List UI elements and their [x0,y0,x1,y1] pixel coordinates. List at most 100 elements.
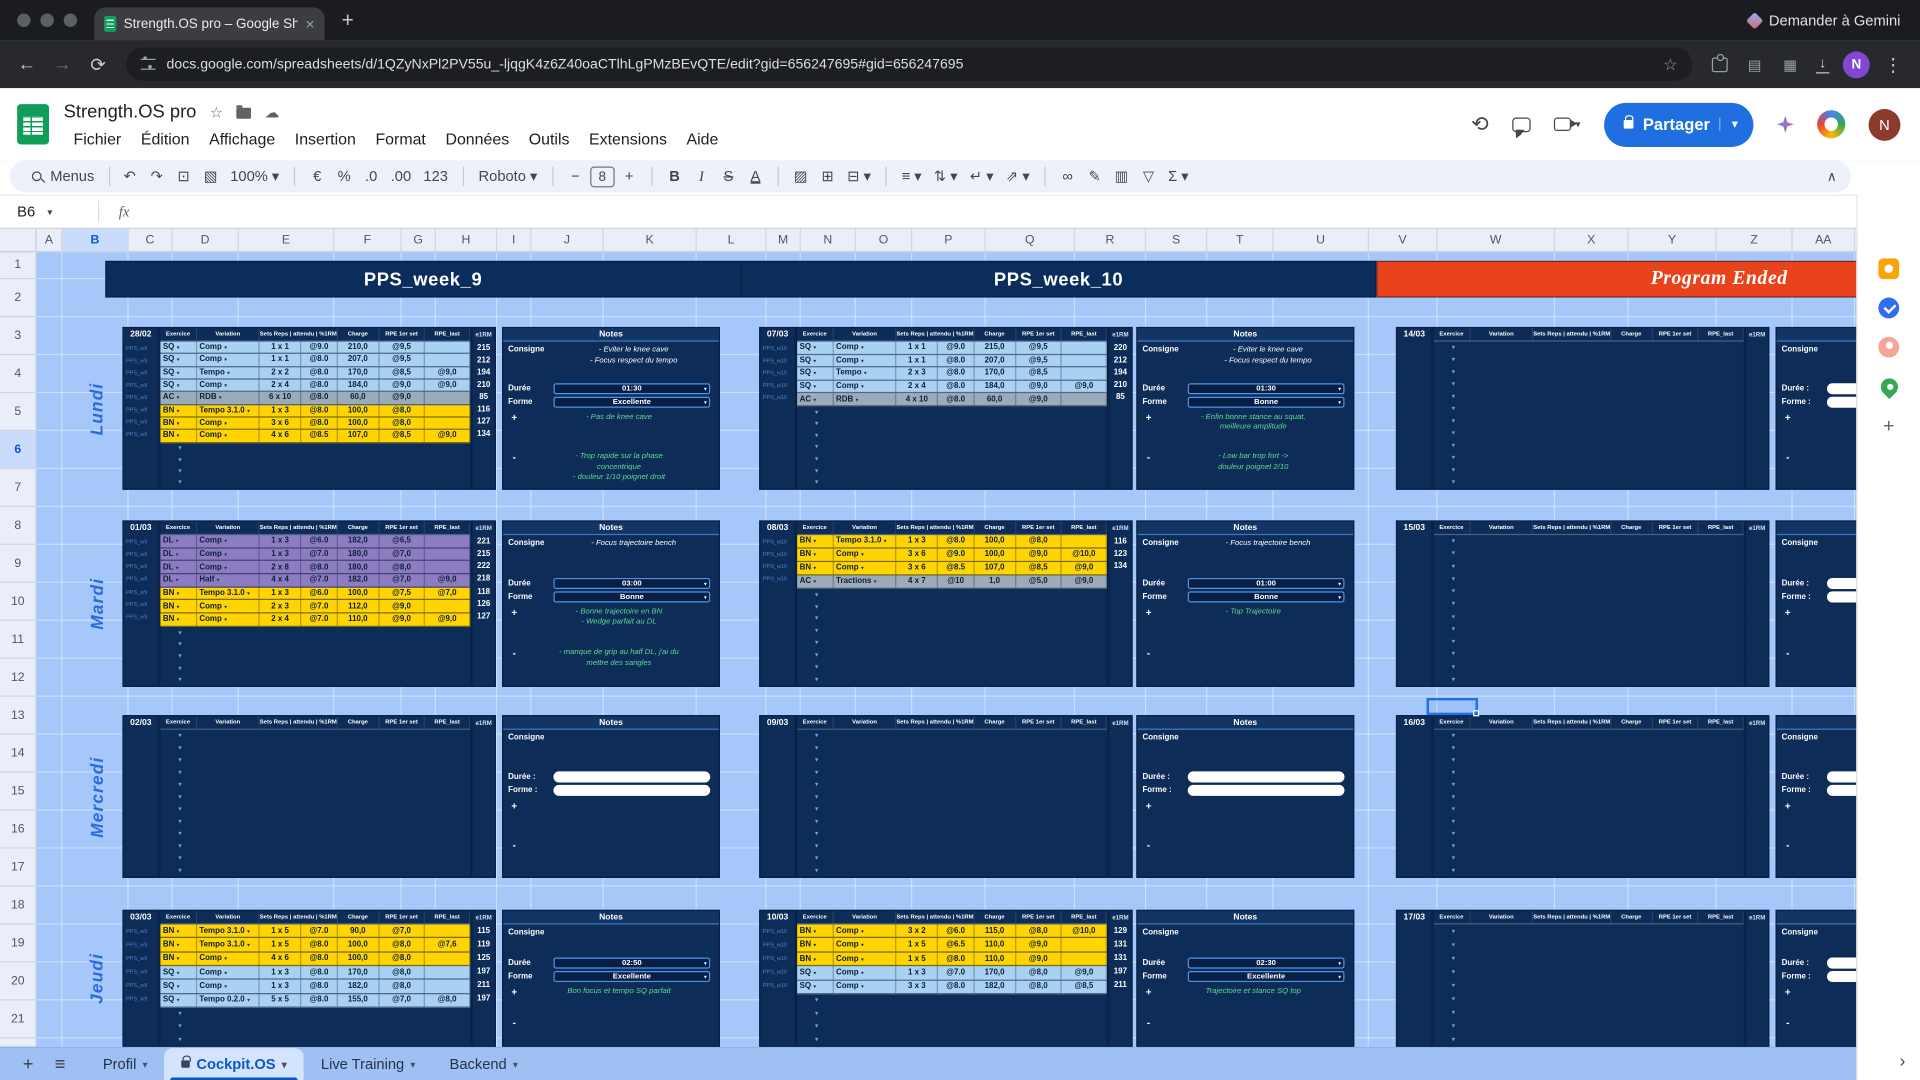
sheet-tab-cockpit-os[interactable]: Cockpit.OS▾ [165,1048,304,1080]
cell[interactable]: 90,0 [338,924,379,937]
cell[interactable]: 1 x 1 [260,354,301,365]
cell[interactable]: ▾ [797,442,834,454]
cell[interactable] [1062,368,1107,380]
cell[interactable]: ▾ [160,779,197,791]
bold-icon[interactable]: B [662,168,686,185]
cell[interactable]: ▾ [797,406,834,418]
cell[interactable]: 3 x 6 [897,562,938,574]
cell[interactable]: ▾ [160,754,197,766]
table-row[interactable]: ▾ [1434,661,1744,674]
cell[interactable]: @8,5 [379,430,425,441]
table-row[interactable]: BN▾Comp▾1 x 5@6.5110,0@9,0 [797,938,1107,952]
insert-chart-icon[interactable]: ▥ [1109,168,1133,185]
cell[interactable]: SQ▾ [797,380,833,392]
new-tab-button[interactable]: + [342,8,354,32]
back-icon[interactable]: ← [15,54,39,75]
table-row[interactable]: ▾ [160,674,470,686]
cell[interactable]: ▾ [1434,573,1471,586]
cell[interactable]: 180,0 [338,561,379,573]
cell[interactable]: @8.0 [301,380,337,391]
cell[interactable]: ▾ [160,477,197,488]
forme-select[interactable] [1827,784,1856,795]
sheet-tab-live-training[interactable]: Live Training▾ [304,1048,433,1080]
cell[interactable]: @8,0 [379,561,425,573]
cell[interactable]: 1 x 3 [260,405,301,416]
browser-menu-icon[interactable]: ⋮ [1881,53,1905,75]
column-header-T[interactable]: T [1207,229,1273,251]
table-row[interactable]: ▾ [1434,828,1744,840]
table-row[interactable]: ▾ [797,803,1107,815]
column-header-P[interactable]: P [912,229,985,251]
menu-donn-es[interactable]: Données [436,127,519,150]
cell[interactable]: ▾ [797,649,834,661]
table-row[interactable]: ▾ [1434,852,1744,864]
cell[interactable]: 3 x 3 [897,981,938,994]
table-row[interactable]: ▾ [1434,354,1744,366]
table-row[interactable]: ▾ [1434,730,1744,742]
menu-affichage[interactable]: Affichage [199,127,285,150]
cell[interactable]: @8.5 [938,562,974,574]
menu-fichier[interactable]: Fichier [64,127,131,150]
column-header-X[interactable]: X [1555,229,1628,251]
table-row[interactable]: ▾ [797,589,1107,601]
cell[interactable]: ▾ [1434,440,1471,452]
cell[interactable]: ▾ [1434,636,1471,649]
table-row[interactable]: ▾ [160,754,470,766]
zoom-select[interactable]: 100% ▾ [225,168,284,185]
cell[interactable]: @10,0 [1062,548,1107,560]
document-title[interactable]: Strength.OS pro [64,102,197,123]
row-header-20[interactable]: 20 [0,962,36,1000]
table-row[interactable]: BN▾Comp▾4 x 6@8.0100,0@8,0 [160,952,470,966]
table-row[interactable]: SQ▾Comp▾2 x 4@8.0184,0@9,0@9,0 [797,380,1107,393]
cell[interactable]: 182,0 [338,574,379,586]
column-header-W[interactable]: W [1438,229,1556,251]
cell[interactable]: ▾ [1434,585,1471,598]
table-row[interactable]: ▾ [1434,864,1744,876]
cell[interactable]: @8.0 [301,392,337,403]
undo-icon[interactable]: ↶ [118,168,142,185]
table-row[interactable]: ▾ [160,1033,470,1046]
cell[interactable]: ▾ [797,661,834,673]
table-row[interactable]: ▾ [160,791,470,803]
table-row[interactable]: BN▾Tempo 3.1.0▾1 x 3@8.0100,0@8,0 [160,405,470,418]
cell[interactable]: 207,0 [975,355,1016,367]
column-header-L[interactable]: L [697,229,767,251]
cell[interactable]: 4 x 10 [897,393,938,405]
table-row[interactable]: ▾ [797,637,1107,649]
cell[interactable]: DL▾ [160,561,196,573]
cell[interactable]: SQ▾ [797,967,833,980]
table-row[interactable]: DL▾Comp▾2 x 8@8.0180,0@8,0 [160,561,470,574]
cell[interactable]: @9,0 [379,392,425,403]
cell[interactable]: ▾ [797,828,834,840]
row-header-3[interactable]: 3 [0,317,36,355]
table-row[interactable]: ▾ [797,754,1107,766]
cell[interactable] [1062,938,1107,951]
text-color-icon[interactable]: A [743,168,767,185]
url-bar[interactable]: docs.google.com/spreadsheets/d/1QZyNxPl2… [126,48,1692,81]
cell[interactable]: BN▾ [160,405,196,416]
cell[interactable]: ▾ [160,864,197,876]
duree-select[interactable] [1827,383,1856,394]
column-header-D[interactable]: D [173,229,239,251]
cell[interactable]: ▾ [797,754,834,766]
cell[interactable]: ▾ [160,650,197,662]
cell[interactable]: @9,0 [1016,953,1062,966]
table-row[interactable]: ▾ [1434,415,1744,427]
cell[interactable]: @9,0 [1062,967,1107,980]
menu-extensions[interactable]: Extensions [579,127,676,150]
decrease-font-size-icon[interactable]: − [563,168,587,185]
cell[interactable]: 1 x 3 [260,535,301,547]
cell[interactable]: @9,0 [1016,548,1062,560]
cell[interactable]: SQ▾ [160,354,196,365]
cell[interactable]: BN▾ [797,938,833,951]
table-row[interactable]: ▾ [1434,1032,1744,1045]
cell[interactable]: ▾ [797,1007,834,1020]
column-header-Q[interactable]: Q [986,229,1075,251]
row-header-12[interactable]: 12 [0,659,36,697]
column-header-AA[interactable]: AA [1793,229,1855,251]
cell[interactable]: @8,0 [379,938,425,951]
table-row[interactable]: ▾ [160,662,470,674]
table-row[interactable]: BN▾Comp▾3 x 6@9.0100,0@9,0@10,0 [797,548,1107,561]
table-row[interactable]: ▾ [797,465,1107,477]
duree-select[interactable]: 02:30▾ [1188,957,1345,968]
